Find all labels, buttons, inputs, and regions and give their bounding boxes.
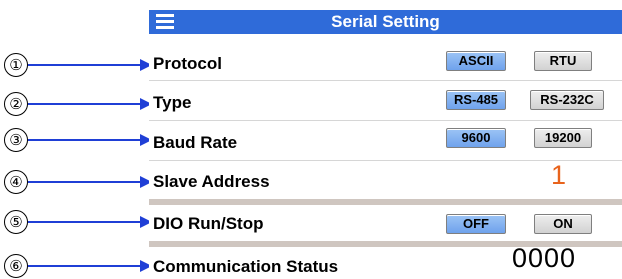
dio-run-stop-row: DIO Run/Stop OFF ON (149, 205, 622, 241)
callout-number: ① (4, 53, 28, 77)
communication-status-label: Communication Status (153, 257, 339, 276)
baud-9600-button[interactable]: 9600 (446, 128, 506, 148)
arrow-icon (28, 216, 152, 228)
arrow-icon (28, 260, 152, 272)
callout-number: ⑥ (4, 254, 28, 278)
slave-address-row: Slave Address 1 (149, 160, 622, 199)
type-rs485-button[interactable]: RS-485 (446, 90, 506, 110)
arrow-icon (28, 176, 152, 188)
dio-on-button[interactable]: ON (534, 214, 592, 234)
callout-6: ⑥ (4, 254, 154, 278)
baud-rate-row: Baud Rate 9600 19200 (149, 122, 622, 161)
callout-2: ② (4, 92, 154, 116)
page-title: Serial Setting (331, 12, 440, 31)
callout-number: ⑤ (4, 210, 28, 234)
callout-4: ④ (4, 170, 154, 194)
arrow-icon (28, 98, 152, 110)
dio-off-button[interactable]: OFF (446, 214, 506, 234)
protocol-ascii-button[interactable]: ASCII (446, 51, 506, 71)
dio-run-stop-label: DIO Run/Stop (153, 214, 264, 233)
baud-19200-button[interactable]: 19200 (534, 128, 592, 148)
callout-number: ② (4, 92, 28, 116)
type-label: Type (153, 93, 192, 112)
arrow-icon (28, 134, 152, 146)
callout-3: ③ (4, 128, 154, 152)
callout-column: ① ② ③ ④ ⑤ ⑥ (0, 0, 152, 279)
slave-address-value[interactable]: 1 (551, 160, 566, 191)
callout-number: ④ (4, 170, 28, 194)
slave-address-label: Slave Address (153, 172, 270, 191)
serial-setting-panel: Serial Setting Protocol ASCII RTU Type R… (149, 10, 622, 279)
protocol-row: Protocol ASCII RTU (149, 46, 622, 81)
callout-1: ① (4, 53, 154, 77)
communication-status-value: 0000 (512, 243, 577, 273)
baud-rate-label: Baud Rate (153, 133, 238, 152)
communication-status-row: Communication Status 0000 (149, 243, 622, 279)
callout-number: ③ (4, 128, 28, 152)
title-bar: Serial Setting (149, 10, 622, 34)
arrow-icon (28, 59, 152, 71)
type-row: Type RS-485 RS-232C (149, 82, 622, 121)
protocol-label: Protocol (153, 54, 222, 73)
callout-5: ⑤ (4, 210, 154, 234)
type-rs232c-button[interactable]: RS-232C (530, 90, 604, 110)
protocol-rtu-button[interactable]: RTU (534, 51, 592, 71)
